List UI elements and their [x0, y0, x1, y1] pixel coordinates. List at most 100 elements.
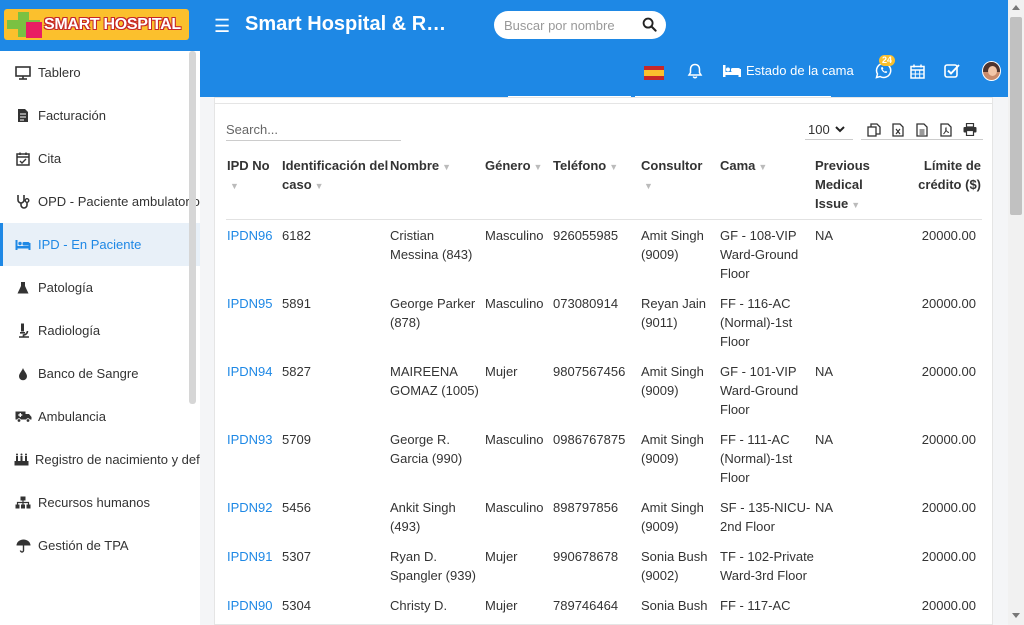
- print-icon[interactable]: [963, 123, 977, 136]
- ipd-link[interactable]: IPDN93: [227, 432, 273, 447]
- sidebar-item-label: Patología: [38, 280, 93, 295]
- logo-text: SMART HOSPITAL: [44, 15, 181, 33]
- scroll-up-arrow-icon[interactable]: [1012, 5, 1020, 10]
- table-header-row: IPD No ▼ Identificación del caso ▼ Nombre ▼…: [226, 154, 982, 220]
- ipd-link[interactable]: IPDN95: [227, 296, 273, 311]
- sidebar-item-label: Ambulancia: [38, 409, 106, 424]
- credit-cell: 20000.00: [921, 500, 976, 515]
- task-check-icon[interactable]: [944, 63, 961, 79]
- column-label: Identificación del caso: [282, 158, 389, 192]
- medical-cross-icon: [4, 9, 44, 40]
- gender-cell: Masculino: [485, 500, 544, 515]
- bed-cell: GF - 101-VIP Ward-Ground Floor: [720, 364, 799, 417]
- patient-search-input[interactable]: [504, 17, 634, 33]
- sidebar-item-label: Cita: [38, 151, 62, 166]
- sidebar-item-label: Facturación: [38, 108, 106, 123]
- search-icon[interactable]: [642, 17, 657, 32]
- col-name[interactable]: Nombre ▼: [389, 154, 484, 220]
- gender-cell: Masculino: [485, 432, 544, 447]
- col-gender[interactable]: Género ▼: [484, 154, 552, 220]
- ipd-link[interactable]: IPDN92: [227, 500, 273, 515]
- col-previous-medical-issue[interactable]: Previous Medical Issue ▼: [814, 154, 900, 220]
- table-search-input[interactable]: [226, 118, 401, 140]
- copy-icon[interactable]: [867, 122, 881, 137]
- case-id-cell: 6182: [282, 228, 311, 243]
- sort-icon: ▼: [851, 200, 861, 210]
- col-ipd-no[interactable]: IPD No ▼: [226, 154, 281, 220]
- invoice-icon: [14, 108, 32, 124]
- sidebar-item-dashboard[interactable]: Tablero: [0, 51, 200, 94]
- ipd-link[interactable]: IPDN91: [227, 549, 273, 564]
- col-phone[interactable]: Teléfono ▼: [552, 154, 640, 220]
- bed-cell: FF - 117-AC: [720, 598, 791, 613]
- sort-icon: ▼: [314, 181, 324, 191]
- pdf-icon[interactable]: [939, 122, 952, 137]
- column-label: IPD No: [227, 158, 270, 173]
- excel-icon[interactable]: [892, 122, 905, 137]
- sidebar-item-birth-death[interactable]: Registro de nacimiento y defunción: [0, 438, 200, 481]
- sort-icon: ▼: [758, 162, 768, 172]
- flask-icon: [14, 280, 32, 296]
- sidebar-item-blood-bank[interactable]: Banco de Sangre: [0, 352, 200, 395]
- calendar-icon[interactable]: [910, 64, 925, 79]
- sidebar-item-label: Registro de nacimiento y defunción: [35, 452, 200, 467]
- col-consultant[interactable]: Consultor ▼: [640, 154, 719, 220]
- col-bed[interactable]: Cama ▼: [719, 154, 814, 220]
- ipd-link[interactable]: IPDN94: [227, 364, 273, 379]
- calendar-check-icon: [14, 151, 32, 167]
- sidebar-item-pathology[interactable]: Patología: [0, 266, 200, 309]
- logo-bar: SMART HOSPITAL: [0, 0, 200, 51]
- bed-cell: GF - 108-VIP Ward-Ground Floor: [720, 228, 799, 281]
- table-row: IPDN94 5827 MAIREENA GOMAZ (1005) Mujer …: [226, 356, 982, 424]
- scroll-down-arrow-icon[interactable]: [1012, 613, 1020, 618]
- sidebar-item-label: Radiología: [38, 323, 101, 338]
- ipd-patient-list-card: 100 IPD No▼ Identificación del caso▼ Nom…: [214, 97, 993, 625]
- user-avatar[interactable]: [982, 61, 1001, 81]
- col-credit-limit[interactable]: Límite de crédito ($): [900, 154, 982, 220]
- sidebar-item-opd[interactable]: OPD - Paciente ambulatorio: [0, 180, 200, 223]
- column-label: Límite de crédito ($): [918, 158, 981, 192]
- name-cell: Ryan D. Spangler (939): [390, 549, 476, 583]
- gender-cell: Mujer: [485, 364, 518, 379]
- bed-status-button[interactable]: Estado de la cama: [722, 63, 854, 78]
- bell-icon[interactable]: [687, 63, 703, 80]
- issue-cell: NA: [815, 500, 834, 515]
- sidebar-item-ambulance[interactable]: Ambulancia: [0, 395, 200, 438]
- sidebar-scrollbar[interactable]: [189, 51, 196, 404]
- sidebar-item-human-resources[interactable]: Recursos humanos: [0, 481, 200, 524]
- ipd-link[interactable]: IPDN96: [227, 228, 273, 243]
- sidebar-item-tpa[interactable]: Gestión de TPA: [0, 524, 200, 567]
- bed-icon: [14, 237, 32, 253]
- csv-icon[interactable]: [916, 122, 928, 137]
- sidebar-item-ipd[interactable]: IPD - En Paciente: [0, 223, 200, 266]
- ipd-no-cell: IPDN90: [226, 590, 281, 620]
- spanish-flag-icon[interactable]: [644, 66, 664, 80]
- blood-drop-icon: [14, 366, 32, 382]
- name-cell: Ankit Singh (493): [390, 500, 456, 534]
- phone-cell: 990678678: [553, 549, 619, 564]
- name-cell: George Parker (878): [390, 296, 476, 330]
- hospital-logo[interactable]: SMART HOSPITAL: [4, 9, 189, 40]
- app-title: Smart Hospital & R…: [245, 13, 447, 35]
- credit-cell: 20000.00: [921, 549, 976, 564]
- hamburger-menu-icon[interactable]: ☰: [214, 16, 230, 37]
- col-case-id[interactable]: Identificación del caso ▼: [281, 154, 389, 220]
- scrollbar-thumb[interactable]: [1010, 17, 1022, 215]
- table-search: [226, 118, 401, 141]
- phone-cell: 0986767875: [553, 432, 626, 447]
- sidebar-item-appointment[interactable]: Cita: [0, 137, 200, 180]
- ipd-link[interactable]: IPDN90: [227, 598, 273, 613]
- issue-cell: NA: [815, 228, 834, 243]
- phone-cell: 073080914: [553, 296, 619, 311]
- consultant-cell: Amit Singh (9009): [641, 500, 704, 534]
- sidebar-item-radiology[interactable]: Radiología: [0, 309, 200, 352]
- sidebar-item-billing[interactable]: Facturación: [0, 94, 200, 137]
- table-row: IPDN91 5307 Ryan D. Spangler (939) Mujer…: [226, 541, 982, 590]
- gender-cell: Masculino: [485, 228, 544, 243]
- page-size-select[interactable]: 100: [805, 120, 853, 140]
- ipd-no-cell: IPDN92: [226, 492, 281, 541]
- page-scrollbar[interactable]: [1008, 0, 1024, 625]
- credit-cell: 20000.00: [921, 364, 976, 379]
- column-label: Teléfono: [553, 158, 607, 173]
- phone-cell: 898797856: [553, 500, 619, 515]
